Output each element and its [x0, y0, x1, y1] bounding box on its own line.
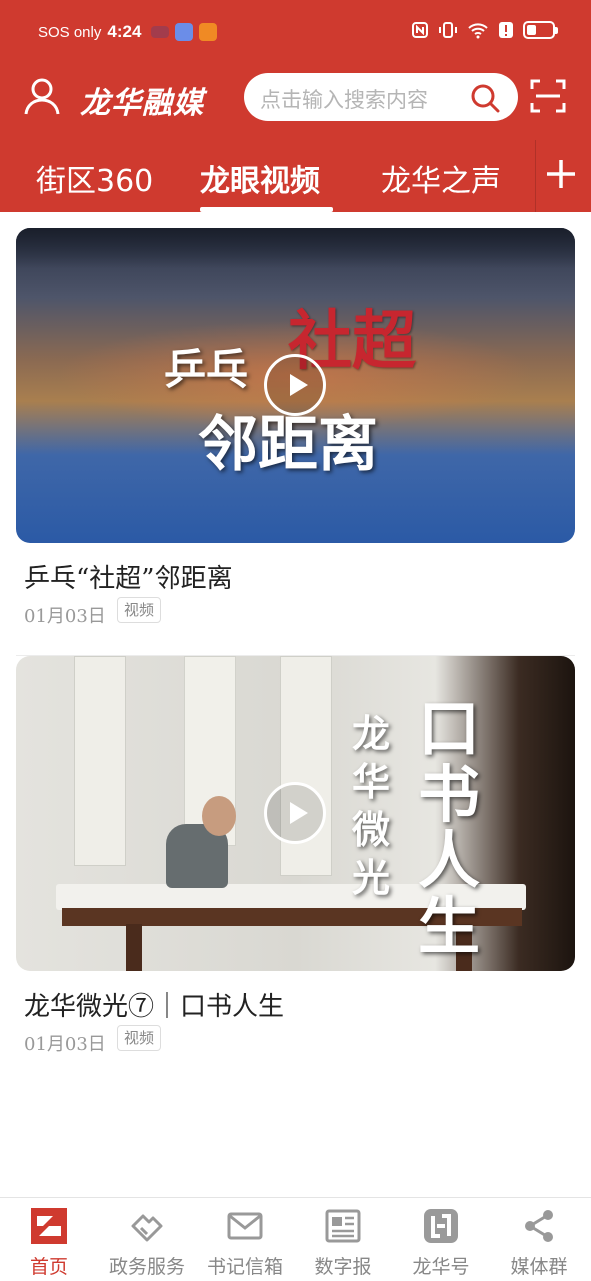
nav-digital-paper[interactable]: 数字报 [294, 1198, 392, 1281]
active-tab-indicator [200, 207, 333, 212]
app-header: SOS only 4:24 龙华融媒 点击输入搜索内容 街区360 龙眼视频 龙… [0, 0, 591, 212]
nav-media-group[interactable]: 媒体群 [490, 1198, 588, 1281]
nav-label: 政务服务 [108, 1256, 185, 1278]
add-channel-button[interactable] [541, 154, 581, 194]
battery-icon [523, 21, 558, 39]
nav-label: 媒体群 [510, 1256, 568, 1278]
bottom-navigation: 首页 政务服务 书记信箱 数字报 龙华号 媒体群 [0, 1197, 591, 1280]
mail-icon [227, 1212, 263, 1240]
nav-label: 龙华号 [412, 1256, 470, 1278]
mail-notification-icon [175, 23, 194, 41]
nav-home[interactable]: 首页 [0, 1198, 98, 1281]
nav-label: 数字报 [314, 1256, 372, 1278]
video-card[interactable]: 乒乓 社超 邻距离 乒乓“社超”邻距离 01月03日 视频 [16, 228, 575, 656]
card-title[interactable]: 乒乓“社超”邻距离 [24, 558, 233, 595]
status-bar: SOS only 4:24 [0, 0, 591, 66]
card-badge: 视频 [117, 597, 162, 623]
user-icon [24, 78, 60, 115]
thumb-title-a: 龙华微光 [352, 711, 391, 900]
nav-label: 书记信箱 [206, 1256, 283, 1278]
card-date: 01月03日 [24, 606, 106, 627]
play-button[interactable] [264, 354, 326, 416]
clock: 4:24 [107, 22, 142, 41]
card-title[interactable]: 龙华微光⑦｜口书人生 [24, 986, 284, 1023]
plus-icon [547, 160, 575, 188]
nav-secretary-mailbox[interactable]: 书记信箱 [196, 1198, 294, 1281]
alert-icon [499, 22, 513, 38]
nav-gov-service[interactable]: 政务服务 [98, 1198, 196, 1281]
tab-divider [535, 140, 536, 212]
thumb-title-a: 乒乓 [164, 345, 249, 394]
user-profile-button[interactable] [22, 76, 62, 116]
handshake-icon [131, 1214, 163, 1242]
play-button[interactable] [264, 782, 326, 844]
wifi-icon [468, 23, 488, 39]
newspaper-icon [325, 1209, 361, 1243]
search-input[interactable]: 点击输入搜索内容 [260, 84, 428, 114]
download-notification-icon [199, 23, 218, 41]
tab-jiequ360[interactable]: 街区360 [36, 156, 153, 200]
brand-logo: 龙华融媒 [80, 86, 204, 121]
channel-tabs: 街区360 龙眼视频 龙华之声 [0, 132, 591, 212]
card-badge: 视频 [117, 1025, 162, 1051]
carrier-text: SOS only [38, 23, 102, 41]
vibrate-icon [439, 22, 457, 38]
nav-label: 首页 [29, 1256, 68, 1278]
search-icon[interactable] [470, 83, 500, 113]
tab-longyan-video[interactable]: 龙眼视频 [200, 156, 320, 200]
video-card[interactable]: 龙华微光 口书人生 龙华微光⑦｜口书人生 01月03日 视频 [16, 656, 575, 1076]
nav-longhua-account[interactable]: 龙华号 [392, 1198, 490, 1281]
search-bar[interactable]: 点击输入搜索内容 [244, 73, 518, 121]
home-logo-icon [31, 1208, 67, 1244]
video-thumbnail[interactable]: 乒乓 社超 邻距离 [16, 228, 575, 543]
video-thumbnail[interactable]: 龙华微光 口书人生 [16, 656, 575, 971]
scan-button[interactable] [530, 78, 566, 114]
app-notification-icon [151, 26, 170, 38]
status-left: SOS only 4:24 [38, 22, 218, 42]
status-right [411, 21, 558, 39]
top-bar: 龙华融媒 点击输入搜索内容 [0, 66, 591, 132]
longhua-logo-icon [424, 1209, 458, 1243]
card-date: 01月03日 [24, 1034, 106, 1055]
thumb-title-b: 口书人生 [418, 692, 481, 963]
scan-icon [530, 79, 566, 113]
nfc-icon [412, 22, 428, 38]
tab-longhua-voice[interactable]: 龙华之声 [381, 156, 501, 200]
share-icon [525, 1210, 553, 1242]
